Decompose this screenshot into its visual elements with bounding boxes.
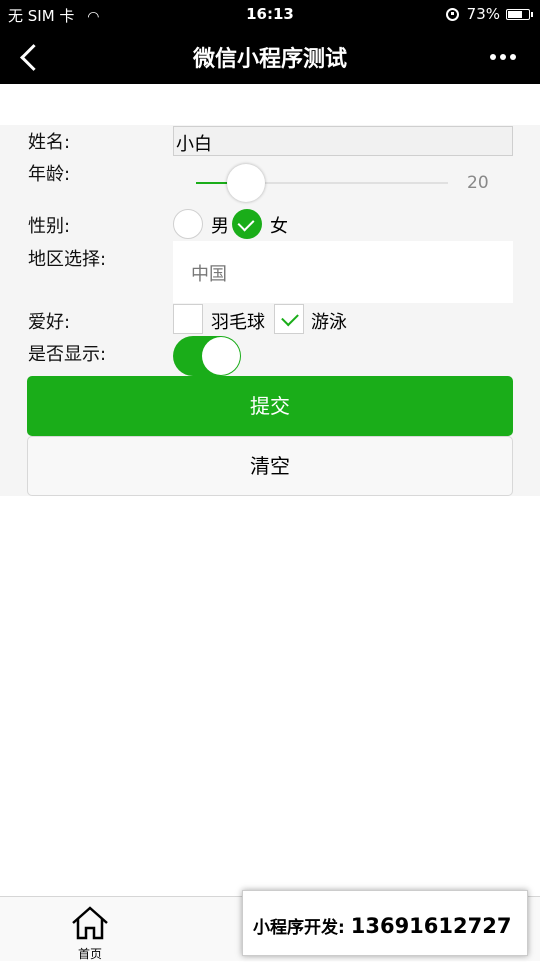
- rotation-lock-icon: [445, 7, 459, 21]
- age-slider-thumb[interactable]: [227, 164, 266, 202]
- more-icon[interactable]: [486, 54, 516, 60]
- contact-text: 小程序开发: 13691612727: [253, 913, 511, 938]
- tab-home-label: 首页: [77, 947, 102, 961]
- status-right: 73%: [445, 5, 533, 23]
- contact-number: 13691612727: [350, 914, 512, 938]
- battery-fill: [508, 10, 522, 18]
- region-value: 中国: [191, 264, 227, 285]
- battery-percent: 73%: [466, 5, 500, 23]
- name-input[interactable]: 小白: [173, 126, 513, 156]
- submit-button[interactable]: 提交: [27, 376, 513, 436]
- region-label: 地区选择:: [28, 249, 107, 270]
- region-picker[interactable]: 中国: [173, 241, 513, 303]
- form: 姓名: 小白 年龄: 20 性别: 男 女 地区选择: 中国 爱好: 羽毛球 游…: [0, 125, 540, 496]
- hobby-option-badminton: 羽毛球: [211, 312, 265, 333]
- display-label: 是否显示:: [28, 344, 107, 365]
- switch-knob: [202, 337, 240, 375]
- tab-home[interactable]: 首页: [60, 901, 120, 961]
- gender-option-male: 男: [211, 216, 229, 237]
- battery-icon: [506, 8, 533, 20]
- gender-radio-female[interactable]: [232, 209, 262, 239]
- contact-prefix: 小程序开发:: [253, 918, 345, 938]
- hobby-option-swimming: 游泳: [311, 312, 347, 333]
- gender-label: 性别:: [28, 216, 71, 237]
- nav-bar: 微信小程序测试: [0, 28, 540, 84]
- hobby-label: 爱好:: [28, 312, 71, 333]
- status-bar: 无 SIM 卡 ◠ 16:13 73%: [0, 0, 540, 28]
- gender-radio-male[interactable]: [173, 209, 203, 239]
- page-title: 微信小程序测试: [192, 47, 347, 72]
- age-value: 20: [467, 173, 489, 193]
- age-label: 年龄:: [28, 164, 71, 185]
- gender-option-female: 女: [270, 216, 288, 237]
- contact-banner: 小程序开发: 13691612727: [242, 890, 528, 956]
- hobby-checkbox-badminton[interactable]: [173, 304, 203, 334]
- display-switch[interactable]: [173, 336, 241, 376]
- home-icon: [72, 906, 108, 940]
- clear-button[interactable]: 清空: [27, 436, 513, 496]
- hobby-checkbox-swimming[interactable]: [274, 304, 304, 334]
- name-label: 姓名:: [28, 132, 71, 153]
